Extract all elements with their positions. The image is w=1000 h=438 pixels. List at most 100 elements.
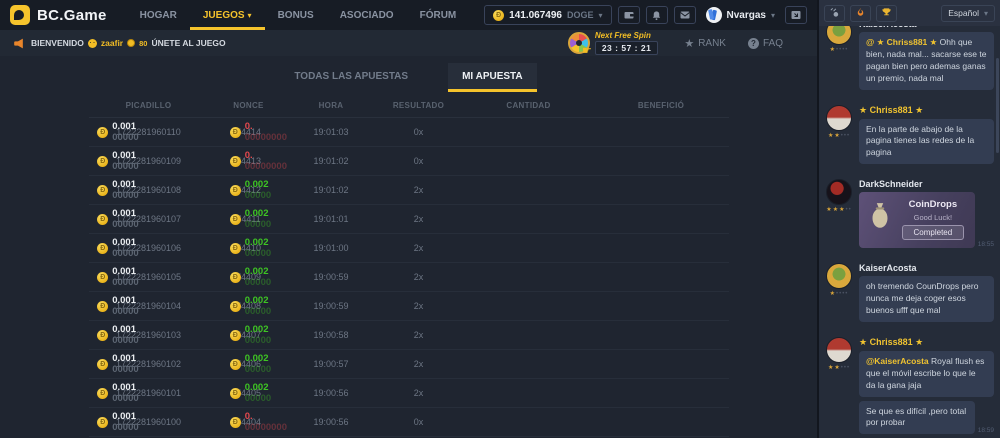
mention-link[interactable]: @ ★ Chriss881 ★ — [866, 37, 937, 47]
language-selector[interactable]: Español ▾ — [941, 5, 995, 22]
coindrops-completed-button[interactable]: Completed — [902, 225, 965, 240]
chat-scrollbar[interactable] — [996, 58, 999, 153]
doge-coin-icon: Ð — [230, 272, 241, 283]
column-header-beneficio: BENEFICIÓ — [594, 101, 729, 110]
doge-coin-icon: Ð — [230, 417, 241, 428]
chat-bubble: @ ★ Chriss881 ★ Ohh que bien, nada mal..… — [859, 32, 994, 90]
doge-coin-icon: Ð — [97, 388, 108, 399]
chevron-down-icon: ▾ — [984, 9, 988, 18]
chevron-down-icon: ▾ — [599, 11, 603, 20]
chat-username[interactable]: KaiserAcosta — [859, 263, 994, 273]
table-header: PICADILLONONCEHORARESULTADOCANTIDADBENEF… — [89, 94, 729, 118]
amount-pad: 00000000 — [245, 422, 287, 433]
nav-item-bonus[interactable]: BONUS — [265, 0, 327, 30]
amount-pad: 00000 — [245, 364, 271, 375]
bets-section: TODAS LAS APUESTAS MI APUESTA PICADILLONO… — [0, 56, 817, 438]
bubble-wrap: @ ★ Chriss881 ★ Ohh que bien, nada mal..… — [859, 32, 994, 90]
doge-coin-icon: Ð — [97, 301, 108, 312]
nav-item-asociado[interactable]: ASOCIADO — [327, 0, 407, 30]
doge-coin-icon: Ð — [230, 243, 241, 254]
tab-todas-las-apuestas[interactable]: TODAS LAS APUESTAS — [280, 63, 422, 92]
profit-cell: Ð0.00000000DOGE — [594, 121, 729, 143]
amount-pad: 00000 — [245, 306, 271, 317]
chevron-down-icon: ▾ — [771, 11, 775, 20]
messages-button[interactable] — [674, 6, 696, 24]
chat-message-body: KaiserAcostaoh tremendo CounDrops pero n… — [859, 263, 994, 326]
table-row: 17222819601047440819:00:592xÐ0.00100000D… — [89, 292, 729, 321]
user-menu[interactable]: Nvargas ▾ — [706, 7, 775, 23]
profit-cell: Ð0.00200000DOGE — [594, 208, 729, 230]
profit-cell: Ð0.00200000DOGE — [594, 324, 729, 346]
chat-message-body: DarkSchneiderCoinDropsGood Luck!Complete… — [859, 179, 994, 252]
star-icon: ★ — [684, 37, 694, 50]
chat-username[interactable]: DarkSchneider — [859, 179, 994, 189]
announcement-text[interactable]: BIENVENIDO zaafir 80 ÚNETE AL JUEGO — [31, 38, 226, 48]
chat-username[interactable]: ★ Chriss881 ★ — [859, 337, 994, 348]
nav-item-juegos[interactable]: JUEGOS▾ — [190, 0, 265, 30]
spin-label: Next Free Spin — [595, 31, 658, 40]
main-area: BC.Game HOGARJUEGOS▾BONUSASOCIADOFÓRUM Ð… — [0, 0, 817, 438]
amount-pad: 00000 — [245, 393, 271, 404]
nav-item-label: ASOCIADO — [340, 10, 394, 21]
chat-bubble: En la parte de abajo de la pagina tienes… — [859, 119, 994, 165]
next-free-spin[interactable]: ☛ Next Free Spin 23 : 57 : 21 — [568, 31, 658, 55]
balance-amount: 141.067496 — [509, 10, 562, 21]
chat-sparkle-button[interactable] — [824, 5, 845, 22]
doge-coin-icon: Ð — [493, 10, 504, 21]
chat-username[interactable]: ★ Chriss881 ★ — [859, 105, 994, 116]
column-header-nonce: NONCE — [209, 101, 289, 110]
chat-flame-button[interactable] — [850, 5, 871, 22]
nav-item-hogar[interactable]: HOGAR — [127, 0, 190, 30]
megaphone-icon — [12, 37, 25, 50]
doge-coin-icon: Ð — [97, 272, 108, 283]
user-level-stars: ★•••• — [830, 47, 849, 53]
rank-label: RANK — [698, 38, 726, 49]
avatar[interactable] — [826, 337, 852, 363]
doge-coin-icon: Ð — [230, 301, 241, 312]
chevron-down-icon: ▾ — [248, 11, 252, 20]
flame-icon — [855, 6, 866, 21]
chat-username[interactable]: KaiserAcosta — [859, 26, 994, 29]
chat-bubble: Se que es difícil ,pero total por probar — [859, 401, 975, 435]
chat-message-left: ★★••• — [825, 105, 853, 169]
chat-message-body: KaiserAcosta @ ★ Chriss881 ★ Ohh que bien… — [859, 26, 994, 94]
coindrops-card[interactable]: CoinDropsGood Luck!Completed — [859, 192, 975, 248]
table-row: 17222819601077441119:01:012xÐ0.00100000D… — [89, 205, 729, 234]
amount-pad: 00000 — [245, 335, 271, 346]
chat-trophy-button[interactable] — [876, 5, 897, 22]
amount-pad: 00000 — [112, 335, 138, 346]
column-header-resultado: RESULTADO — [374, 101, 464, 110]
table-row: 17222819601037440719:00:582xÐ0.00100000D… — [89, 321, 729, 350]
chat-message-list: ★•••• KaiserAcosta @ ★ Chriss881 ★ Ohh que… — [819, 26, 1000, 438]
coindrops-subtitle: Good Luck! — [914, 213, 952, 222]
table-row: 17222819601107441419:01:030xÐ0.00100000D… — [89, 118, 729, 147]
avatar[interactable] — [826, 263, 852, 289]
mention-link[interactable]: @KaiserAcosta — [866, 356, 929, 366]
spin-timer: 23 : 57 : 21 — [595, 41, 658, 55]
balance-selector[interactable]: Ð 141.067496 DOGE ▾ — [484, 5, 611, 25]
wallet-button[interactable] — [618, 6, 640, 24]
faq-link[interactable]: ? FAQ — [748, 38, 783, 49]
user-level-stars: ★•••• — [830, 291, 849, 297]
announcement-bar: BIENVENIDO zaafir 80 ÚNETE AL JUEGO ☛ Ne… — [0, 30, 817, 56]
avatar[interactable] — [826, 179, 852, 205]
bets-table: PICADILLONONCEHORARESULTADOCANTIDADBENEF… — [89, 94, 729, 437]
amount-pad: 00000 — [112, 393, 138, 404]
doge-coin-icon: Ð — [230, 388, 241, 399]
table-body: 17222819601107441419:01:030xÐ0.00100000D… — [89, 118, 729, 437]
doge-coin-icon: Ð — [230, 359, 241, 370]
avatar[interactable] — [826, 105, 852, 131]
profit-cell: Ð0.00200000DOGE — [594, 382, 729, 404]
nav-item-forum[interactable]: FÓRUM — [407, 0, 470, 30]
logo[interactable]: BC.Game — [10, 5, 107, 25]
tab-mi-apuesta[interactable]: MI APUESTA — [448, 63, 537, 92]
avatar[interactable] — [826, 26, 852, 45]
amount-pad: 00000 — [112, 132, 138, 143]
top-navbar: BC.Game HOGARJUEGOS▾BONUSASOCIADOFÓRUM Ð… — [0, 0, 817, 30]
notifications-button[interactable] — [646, 6, 668, 24]
bc-game-app: BC.Game HOGARJUEGOS▾BONUSASOCIADOFÓRUM Ð… — [0, 0, 1000, 438]
rank-link[interactable]: ★ RANK — [684, 37, 726, 50]
chat-toggle-button[interactable] — [785, 6, 807, 24]
nav-item-label: JUEGOS — [203, 10, 245, 21]
amount-pad: 00000 — [245, 277, 271, 288]
